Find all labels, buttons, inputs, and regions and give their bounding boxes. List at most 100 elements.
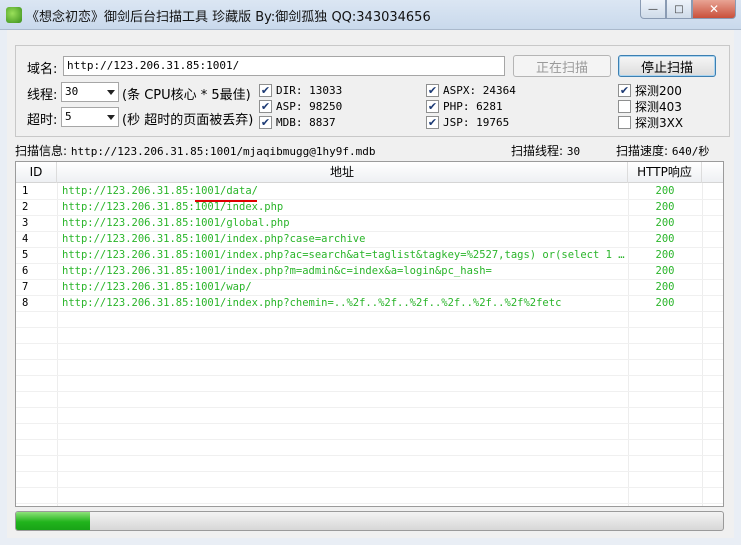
table-row[interactable]: 7 http://123.206.31.85:1001/wap/200 (16, 280, 723, 296)
minimize-icon: — (648, 3, 658, 15)
settings-panel: 域名: http://123.206.31.85:1001/ 正在扫描 停止扫描… (15, 45, 730, 137)
checkbox-icon: ✔ (259, 83, 272, 97)
column-header-http[interactable]: HTTP响应 (628, 162, 702, 183)
dict-aspx-checkbox[interactable]: ✔ ASPX: 24364 (426, 82, 516, 98)
cell-url: http://123.206.31.85:1001/index.php?ac=s… (62, 249, 628, 261)
cell-http-code: 200 (655, 217, 675, 229)
cell-id: 2 (22, 201, 29, 213)
empty-row (16, 440, 723, 456)
results-table[interactable]: ID 地址 HTTP响应 1 http://123.206.31.85:1001/… (15, 161, 724, 507)
checkbox-icon (618, 99, 631, 113)
scan-info: 扫描信息: http://123.206.31.85:1001/mjaqibmu… (15, 142, 376, 159)
cell-url: http://123.206.31.85:1001/wap/ (62, 281, 252, 293)
window-title: 《想念初恋》御剑后台扫描工具 珍藏版 By:御剑孤独 QQ:343034656 (26, 10, 431, 25)
checkbox-icon: ✔ (618, 83, 631, 97)
close-button[interactable]: ✕ (692, 0, 736, 19)
table-row[interactable]: 3 http://123.206.31.85:1001/global.php 200 (16, 216, 723, 232)
probe-3xx-checkbox[interactable]: 探测3XX (618, 114, 683, 130)
table-row[interactable]: 4 http://123.206.31.85:1001/index.php?cas… (16, 232, 723, 248)
cell-id: 7 (22, 281, 29, 293)
cell-id: 8 (22, 297, 29, 309)
cell-url: http://123.206.31.85:1001/global.php (62, 217, 290, 229)
dict-jsp-label: JSP: 19765 (443, 115, 510, 129)
dict-aspx-label: ASPX: 24364 (443, 83, 516, 97)
column-header-id[interactable]: ID (16, 162, 57, 183)
cell-id: 4 (22, 233, 29, 245)
cell-id: 5 (22, 249, 29, 261)
cell-url: http://123.206.31.85:1001/index.php (62, 201, 284, 213)
cell-url: http://123.206.31.85:1001/index.php?chem… (62, 297, 562, 309)
dict-mdb-label: MDB: 8837 (276, 115, 336, 129)
empty-row (16, 344, 723, 360)
cell-id: 3 (22, 217, 29, 229)
timeout-hint: (秒 超时的页面被丢弃) (122, 113, 254, 128)
checkbox-icon: ✔ (259, 99, 272, 113)
scan-button[interactable]: 正在扫描 (513, 55, 611, 77)
cell-http-code: 200 (655, 281, 675, 293)
checkbox-icon: ✔ (259, 115, 272, 129)
chevron-down-icon (107, 115, 115, 120)
scan-threads-value: 30 (566, 145, 581, 158)
cell-id: 6 (22, 265, 29, 277)
empty-row (16, 472, 723, 488)
threads-value: 30 (65, 85, 79, 98)
threads-select[interactable]: 30 (61, 82, 119, 102)
maximize-icon: □ (674, 3, 684, 15)
timeout-value: 5 (65, 110, 72, 123)
domain-input[interactable]: http://123.206.31.85:1001/ (63, 56, 505, 76)
cell-http-code: 200 (655, 265, 675, 277)
dict-php-label: PHP: 6281 (443, 99, 503, 113)
client-area: 域名: http://123.206.31.85:1001/ 正在扫描 停止扫描… (7, 30, 734, 538)
column-header-url[interactable]: 地址 (57, 162, 628, 183)
empty-row (16, 376, 723, 392)
cell-url: http://123.206.31.85:1001/index.php?case… (62, 233, 366, 245)
scan-progress-fill (16, 512, 91, 530)
dict-asp-label: ASP: 98250 (276, 99, 343, 113)
scan-info-value: http://123.206.31.85:1001/mjaqibmugg@1hy… (70, 145, 376, 158)
dict-php-checkbox[interactable]: ✔ PHP: 6281 (426, 98, 503, 114)
checkbox-icon: ✔ (426, 99, 439, 113)
probe-403-label: 探测403 (635, 99, 682, 114)
cell-http-code: 200 (655, 201, 675, 213)
probe-403-checkbox[interactable]: 探测403 (618, 98, 682, 114)
empty-row (16, 360, 723, 376)
cell-http-code: 200 (655, 249, 675, 261)
scan-speed-value: 640/秒 (671, 145, 710, 158)
empty-row (16, 408, 723, 424)
app-icon (6, 7, 22, 23)
dict-mdb-checkbox[interactable]: ✔ MDB: 8837 (259, 114, 336, 130)
stop-scan-button[interactable]: 停止扫描 (618, 55, 716, 77)
checkbox-icon: ✔ (426, 83, 439, 97)
empty-row (16, 488, 723, 504)
dict-jsp-checkbox[interactable]: ✔ JSP: 19765 (426, 114, 509, 130)
dict-dir-label: DIR: 13033 (276, 83, 343, 97)
timeout-select[interactable]: 5 (61, 107, 119, 127)
table-row[interactable]: 2 http://123.206.31.85:1001/index.php 200 (16, 200, 723, 216)
scan-speed-label: 扫描速度: (616, 144, 669, 158)
scan-threads-label: 扫描线程: (511, 144, 564, 158)
cell-url: http://123.206.31.85:1001/data/ (62, 185, 258, 197)
cell-id: 1 (22, 185, 29, 197)
dict-asp-checkbox[interactable]: ✔ ASP: 98250 (259, 98, 342, 114)
threads-hint: (条 CPU核心 * 5最佳) (122, 88, 251, 103)
probe-200-checkbox[interactable]: ✔ 探测200 (618, 82, 682, 98)
minimize-button[interactable]: — (640, 0, 666, 19)
timeout-label: 超时: (27, 113, 58, 128)
title-bar: 《想念初恋》御剑后台扫描工具 珍藏版 By:御剑孤独 QQ:343034656 … (0, 0, 741, 30)
cell-http-code: 200 (655, 185, 675, 197)
table-row[interactable]: 5 http://123.206.31.85:1001/index.php?ac=… (16, 248, 723, 264)
empty-row (16, 312, 723, 328)
table-row[interactable]: 1 http://123.206.31.85:1001/data/200 (16, 184, 723, 200)
table-row[interactable]: 6 http://123.206.31.85:1001/index.php?m=a… (16, 264, 723, 280)
empty-row (16, 392, 723, 408)
table-row[interactable]: 8 http://123.206.31.85:1001/index.php?che… (16, 296, 723, 312)
empty-row (16, 424, 723, 440)
dict-dir-checkbox[interactable]: ✔ DIR: 13033 (259, 82, 342, 98)
probe-200-label: 探测200 (635, 83, 682, 98)
close-icon: ✕ (708, 2, 720, 16)
domain-label: 域名: (27, 62, 58, 77)
scan-speed: 扫描速度: 640/秒 (616, 142, 709, 159)
checkbox-icon (618, 115, 631, 129)
maximize-button[interactable]: □ (666, 0, 692, 19)
cell-http-code: 200 (655, 297, 675, 309)
